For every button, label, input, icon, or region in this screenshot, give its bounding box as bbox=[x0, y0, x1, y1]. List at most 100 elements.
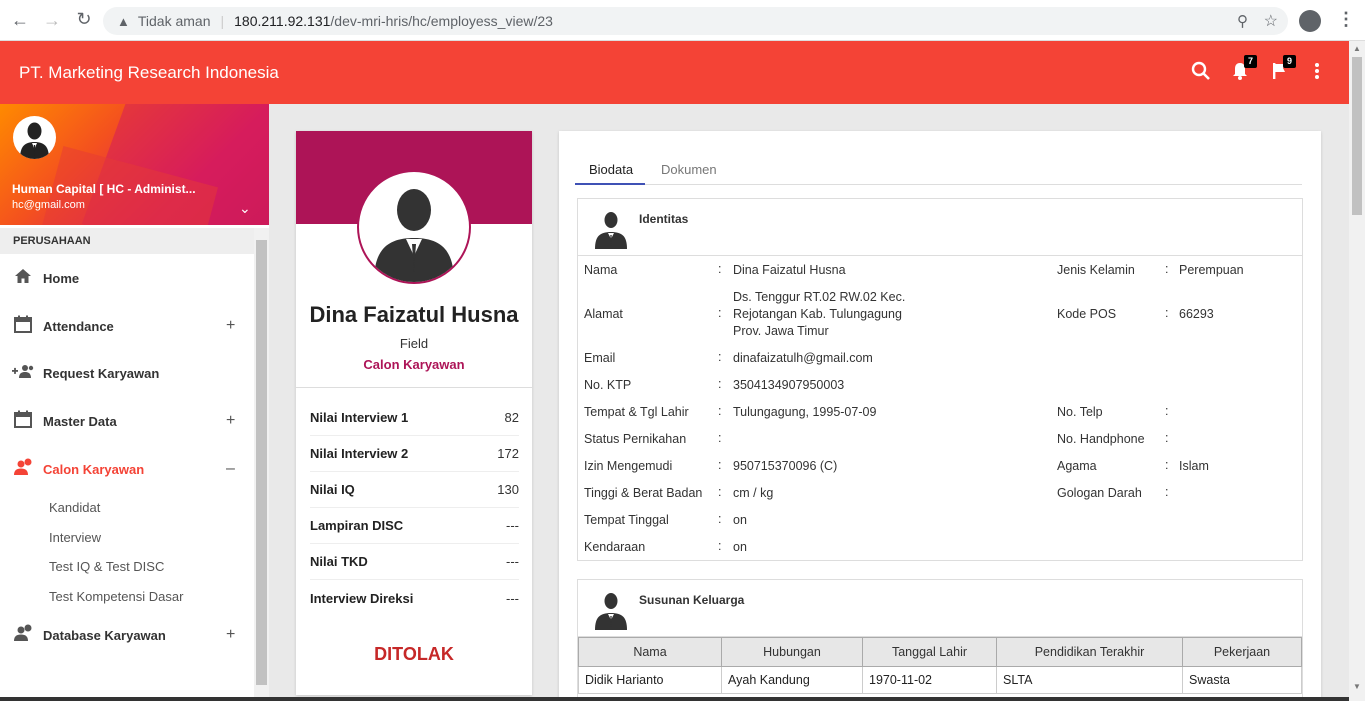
panel-header: Susunan Keluarga bbox=[578, 580, 1302, 637]
score-label: Nilai Interview 2 bbox=[310, 446, 409, 461]
score-label: Lampiran DISC bbox=[310, 518, 404, 533]
sidebar-subitem-test-iq-disc[interactable]: Test IQ & Test DISC bbox=[49, 559, 164, 574]
colon: : bbox=[1165, 431, 1169, 445]
sidebar-item-database-karyawan[interactable]: Database Karyawan + bbox=[0, 615, 254, 655]
browser-toolbar: ← → ↻ ▲ Tidak aman | 180.211.92.131 /dev… bbox=[0, 0, 1365, 41]
table-cell: Didik Harianto bbox=[578, 666, 722, 694]
sidebar-item-label: Home bbox=[43, 270, 80, 286]
sidebar-item-master-data[interactable]: Master Data + bbox=[0, 401, 254, 441]
tab-dokumen[interactable]: Dokumen bbox=[661, 162, 717, 177]
field-label: Nama bbox=[584, 263, 618, 277]
search-icon[interactable] bbox=[1190, 61, 1212, 83]
column-header: Pendidikan Terakhir bbox=[996, 637, 1183, 667]
sidebar-item-attendance[interactable]: Attendance + bbox=[0, 306, 254, 346]
colon: : bbox=[1165, 458, 1169, 472]
more-vert-icon[interactable] bbox=[1306, 61, 1328, 83]
field-value: 950715370096 (C) bbox=[733, 459, 838, 473]
forward-icon[interactable]: → bbox=[36, 10, 68, 31]
score-row: Nilai Interview 1 82 bbox=[310, 400, 519, 436]
brand-title[interactable]: PT. Marketing Research Indonesia bbox=[19, 63, 279, 83]
field-value: dinafaizatulh@gmail.com bbox=[733, 351, 873, 365]
colon: : bbox=[718, 431, 722, 445]
field-label: Kode POS bbox=[1057, 307, 1117, 321]
profile-department: Field bbox=[399, 336, 429, 351]
sidebar-scroll-thumb[interactable] bbox=[256, 240, 267, 685]
notification-bell-icon[interactable]: 7 bbox=[1229, 55, 1257, 83]
page-scrollbar[interactable]: ▲ ▼ bbox=[1349, 41, 1365, 701]
insecure-label: Tidak aman bbox=[137, 13, 211, 29]
sidebar-item-label: Calon Karyawan bbox=[43, 461, 145, 477]
expand-plus-icon[interactable]: + bbox=[226, 412, 235, 430]
back-icon[interactable]: ← bbox=[4, 10, 36, 31]
sidebar-item-label: Request Karyawan bbox=[43, 365, 160, 381]
score-label: Nilai TKD bbox=[310, 554, 368, 569]
zoom-icon[interactable]: ⚲ bbox=[1237, 12, 1248, 30]
table-row: Didik Harianto Ayah Kandung 1970-11-02 S… bbox=[578, 666, 1302, 694]
tab-bar: Biodata Dokumen bbox=[575, 160, 1302, 185]
field-value: Rejotangan Kab. Tulungagung bbox=[733, 307, 902, 321]
flag-icon[interactable]: 9 bbox=[1268, 55, 1296, 83]
address-bar[interactable]: ▲ Tidak aman | 180.211.92.131 /dev-mri-h… bbox=[103, 7, 1288, 35]
profile-icon[interactable] bbox=[1299, 10, 1321, 32]
score-value: --- bbox=[506, 554, 519, 569]
sidebar-scrollbar[interactable] bbox=[254, 228, 269, 701]
sidebar-subitem-test-kompetensi[interactable]: Test Kompetensi Dasar bbox=[49, 589, 183, 604]
colon: : bbox=[718, 539, 722, 553]
colon: : bbox=[718, 485, 722, 499]
sidebar-item-label: Database Karyawan bbox=[43, 627, 166, 643]
panel-header: Identitas bbox=[578, 199, 1302, 256]
address-separator: | bbox=[220, 13, 225, 29]
field-label: Jenis Kelamin bbox=[1057, 263, 1135, 277]
sidebar-item-request-karyawan[interactable]: Request Karyawan bbox=[0, 353, 254, 393]
colon: : bbox=[718, 262, 722, 276]
field-label: No. Handphone bbox=[1057, 432, 1145, 446]
score-value: 82 bbox=[504, 410, 519, 425]
home-icon bbox=[12, 268, 34, 289]
sidebar-item-calon-karyawan[interactable]: Calon Karyawan – bbox=[0, 449, 254, 489]
identitas-panel: Identitas Nama : Dina Faizatul Husna Ala… bbox=[577, 198, 1303, 561]
sidebar-item-label: Attendance bbox=[43, 318, 114, 334]
keluarga-panel: Susunan Keluarga Nama Hubungan Tanggal L… bbox=[577, 579, 1303, 701]
tab-biodata[interactable]: Biodata bbox=[589, 162, 633, 177]
column-header: Tanggal Lahir bbox=[862, 637, 997, 667]
panel-title: Identitas bbox=[639, 212, 689, 226]
field-value: Perempuan bbox=[1179, 263, 1244, 277]
calendar-icon bbox=[12, 315, 34, 338]
score-label: Interview Direksi bbox=[310, 590, 414, 606]
bookmark-star-icon[interactable]: ☆ bbox=[1264, 11, 1278, 31]
colon: : bbox=[718, 377, 722, 391]
sidebar-subitem-kandidat[interactable]: Kandidat bbox=[49, 500, 100, 515]
sidebar: Human Capital [ HC - Administ... hc@gmai… bbox=[0, 104, 269, 701]
field-label: Tempat Tinggal bbox=[584, 513, 669, 527]
score-row: Nilai IQ 130 bbox=[310, 472, 519, 508]
user-name: Human Capital [ HC - Administ... bbox=[12, 182, 196, 196]
column-header: Pekerjaan bbox=[1182, 637, 1302, 667]
sidebar-subitem-interview[interactable]: Interview bbox=[49, 530, 101, 545]
user-avatar[interactable] bbox=[13, 116, 56, 159]
score-value: 172 bbox=[497, 446, 519, 461]
sidebar-item-home[interactable]: Home bbox=[0, 258, 254, 298]
person-pin-icon bbox=[12, 458, 34, 481]
field-label: Tinggi & Berat Badan bbox=[584, 486, 703, 500]
table-cell: Swasta bbox=[1182, 666, 1302, 694]
field-value: 3504134907950003 bbox=[733, 378, 845, 392]
expand-plus-icon[interactable]: + bbox=[226, 626, 235, 644]
reload-icon[interactable]: ↻ bbox=[68, 9, 100, 30]
table-cell: 1970-11-02 bbox=[862, 666, 997, 694]
table-cell: Ayah Kandung bbox=[721, 666, 863, 694]
table-cell: SLTA bbox=[996, 666, 1183, 694]
browser-menu-icon[interactable]: ⋮ bbox=[1337, 9, 1355, 30]
field-label: Email bbox=[584, 351, 616, 365]
field-label: Status Pernikahan bbox=[584, 432, 687, 446]
page-scroll-thumb[interactable] bbox=[1352, 57, 1362, 215]
colon: : bbox=[718, 350, 722, 364]
scroll-down-icon[interactable]: ▼ bbox=[1353, 682, 1361, 691]
expand-plus-icon[interactable]: + bbox=[226, 317, 235, 335]
colon: : bbox=[1165, 485, 1169, 499]
collapse-minus-icon[interactable]: – bbox=[226, 460, 235, 478]
chevron-down-icon[interactable]: ⌄ bbox=[239, 200, 251, 217]
scroll-up-icon[interactable]: ▲ bbox=[1353, 44, 1361, 53]
score-value: --- bbox=[506, 590, 519, 606]
add-group-icon bbox=[12, 363, 34, 384]
field-label: Alamat bbox=[584, 307, 623, 321]
